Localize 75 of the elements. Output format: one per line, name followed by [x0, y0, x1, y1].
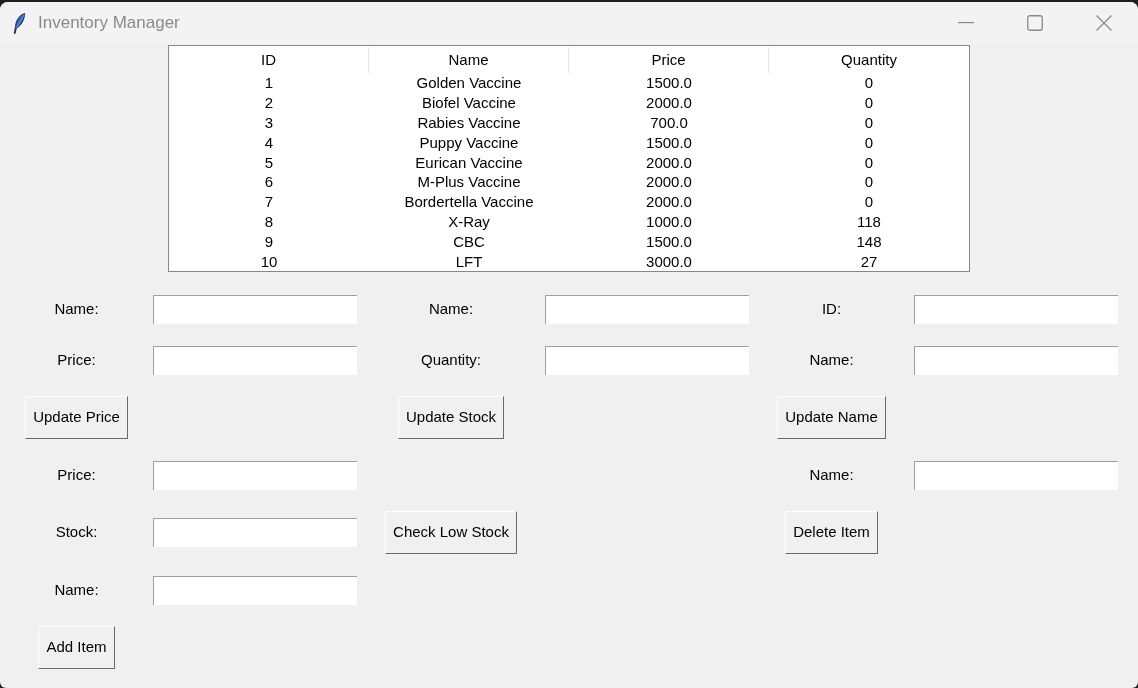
column-header[interactable]: Name — [369, 47, 569, 73]
table-cell: 8 — [264, 211, 274, 231]
field-label: Name: — [54, 299, 99, 320]
field-label: Name: — [428, 299, 474, 320]
table-cell: 0 — [864, 113, 874, 132]
table-cell: Rabies Vaccine — [417, 113, 521, 132]
table-cell: 0 — [864, 93, 874, 113]
input-field[interactable] — [153, 295, 357, 324]
table-cell: Golden Vaccine — [416, 73, 522, 93]
table-cell: 1500.0 — [646, 132, 692, 152]
table-cell: 2000.0 — [646, 93, 692, 113]
action-button[interactable]: Update Price — [25, 395, 128, 439]
input-field[interactable] — [545, 295, 749, 324]
table-cell: 0 — [864, 152, 874, 172]
table-cell: 2000.0 — [646, 172, 692, 192]
field-label: Quantity: — [421, 350, 481, 371]
input-field[interactable] — [545, 346, 749, 375]
maximize-icon — [1026, 15, 1043, 31]
table-cell: 2000.0 — [646, 152, 692, 172]
table-cell: 1500.0 — [646, 231, 692, 251]
table-cell: 27 — [860, 251, 878, 271]
table-cell: Bordertella Vaccine — [404, 192, 534, 212]
action-button[interactable]: Add Item — [38, 625, 115, 669]
field-label: Stock: — [55, 521, 98, 542]
field-label: Name: — [809, 464, 854, 485]
column-header[interactable]: Quantity — [769, 47, 969, 73]
table-cell: 118 — [857, 211, 881, 231]
table-cell: CBC — [453, 231, 485, 251]
field-label: Price: — [57, 350, 96, 371]
input-field[interactable] — [153, 460, 357, 490]
table-cell: 0 — [864, 172, 874, 192]
table-cell: 10 — [260, 251, 278, 271]
field-label: Price: — [57, 464, 96, 485]
input-field[interactable] — [914, 460, 1118, 490]
action-button[interactable]: Check Low Stock — [385, 510, 517, 554]
column-header[interactable]: Price — [569, 47, 769, 73]
action-button[interactable]: Update Stock — [397, 395, 505, 439]
field-label: ID: — [821, 299, 842, 320]
table-cell: M-Plus Vaccine — [417, 172, 521, 192]
input-field[interactable] — [153, 346, 357, 375]
table-cell: 6 — [264, 172, 274, 192]
table-cell: 1500.0 — [646, 73, 692, 93]
table-cell: 700.0 — [650, 113, 688, 132]
table-cell: 3 — [264, 113, 274, 132]
minimize-icon — [957, 22, 974, 24]
field-label: Name: — [809, 350, 854, 371]
table-cell: Puppy Vaccine — [419, 132, 519, 152]
table-cell: 7 — [264, 192, 274, 212]
table-cell: 0 — [864, 73, 874, 93]
table-cell: Biofel Vaccine — [422, 93, 516, 113]
table-cell: 148 — [856, 231, 882, 251]
input-field[interactable] — [153, 575, 357, 605]
action-button[interactable]: Update Name — [777, 395, 886, 439]
table-cell: 0 — [864, 192, 874, 212]
table-cell: Eurican Vaccine — [415, 152, 523, 172]
table-cell: 0 — [864, 132, 874, 152]
column-header[interactable]: ID — [169, 47, 369, 73]
table-cell: 9 — [264, 231, 274, 251]
input-field[interactable] — [153, 517, 357, 547]
table-cell: 5 — [264, 152, 274, 172]
feather-icon — [13, 12, 26, 34]
table-cell: 3000.0 — [646, 251, 692, 271]
input-field[interactable] — [914, 346, 1118, 375]
table-cell: 4 — [264, 132, 274, 152]
table-cell: X-Ray — [448, 211, 490, 231]
window-title: Inventory Manager — [38, 12, 180, 35]
table-cell: LFT — [455, 251, 483, 271]
table-cell: 1 — [264, 73, 274, 93]
close-icon — [1095, 15, 1112, 31]
table-cell: 2000.0 — [646, 192, 692, 212]
action-button[interactable]: Delete Item — [785, 510, 878, 554]
table-cell: 1000.0 — [646, 211, 692, 231]
table-cell: 2 — [264, 93, 274, 113]
input-field[interactable] — [914, 295, 1118, 324]
field-label: Name: — [54, 579, 99, 600]
